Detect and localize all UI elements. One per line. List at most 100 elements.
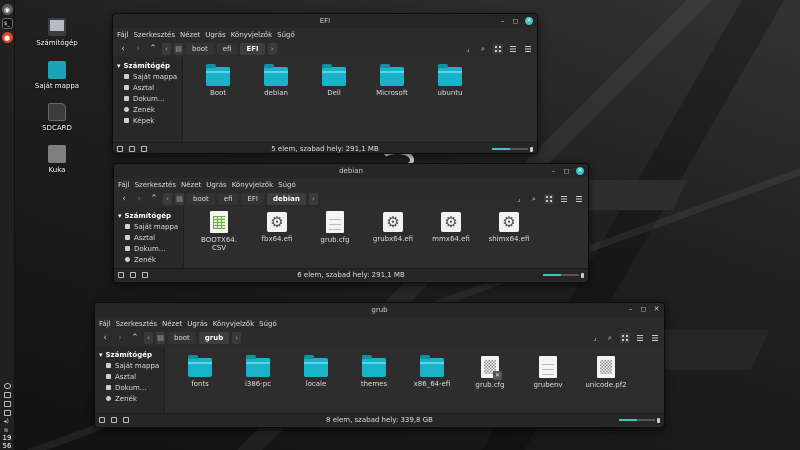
menu-bookmarks[interactable]: Könyvjelzők [232,181,273,189]
menu-help[interactable]: Súgó [278,181,296,189]
sidebar-section-computer[interactable]: ▾ Számítógép [114,210,183,221]
menu-help[interactable]: Súgó [259,320,277,328]
breadcrumb-item[interactable]: boot [186,43,214,55]
drive-button[interactable]: ▤ [156,332,165,344]
breadcrumb-scroll-left[interactable]: ‹ [144,332,153,344]
close-button[interactable]: ✕ [576,167,584,175]
file-item[interactable]: BOOTX64. CSV [190,211,248,260]
titlebar[interactable]: EFI – ◻ ✕ [113,14,537,28]
file-item[interactable]: ⚙ grubx64.efi [364,211,422,260]
notification-icon[interactable] [3,383,11,389]
breadcrumb-item[interactable]: EFI [240,43,265,55]
file-item[interactable]: Boot [189,64,247,134]
maximize-button[interactable]: ◻ [512,17,519,25]
sidebar-item-desktop[interactable]: Asztal [114,232,183,243]
firefox-launcher[interactable]: ● [1,32,13,43]
minimize-button[interactable]: – [550,167,557,175]
breadcrumb-scroll-left[interactable]: ‹ [162,43,171,55]
menu-button[interactable]: ◉ [1,4,13,15]
sidebar-item-documents[interactable]: Dokum... [114,243,183,254]
file-item[interactable]: locale [287,355,345,405]
breadcrumb-scroll-right[interactable]: › [308,193,318,205]
list-view-button[interactable] [559,194,569,204]
file-item[interactable]: fonts [171,355,229,405]
breadcrumb-item[interactable]: debian [267,193,306,205]
clock[interactable]: 19 56 [0,434,15,450]
up-button[interactable]: ⌃ [129,333,141,343]
back-button[interactable]: ‹ [118,194,130,204]
compact-view-button[interactable] [574,194,584,204]
list-view-button[interactable] [508,44,518,54]
file-item[interactable]: ⚙ mmx64.efi [422,211,480,260]
file-item[interactable]: grub.cfg [306,211,364,260]
titlebar[interactable]: debian – ◻ ✕ [114,164,588,178]
menu-view[interactable]: Nézet [162,320,182,328]
minimize-button[interactable]: – [627,306,634,313]
compact-view-button[interactable] [523,44,533,54]
menu-go[interactable]: Ugrás [205,31,225,39]
menu-view[interactable]: Nézet [180,31,200,39]
sidebar-item-desktop[interactable]: Asztal [113,82,182,93]
maximize-button[interactable]: ◻ [640,306,647,313]
drive-button[interactable]: ▤ [175,193,184,205]
breadcrumb-scroll-left[interactable]: ‹ [163,193,172,205]
forward-button[interactable]: › [114,333,126,343]
back-button[interactable]: ‹ [99,333,111,343]
toggle-location-button[interactable]: ⌟ [514,194,524,204]
compact-view-button[interactable] [650,333,660,343]
forward-button[interactable]: › [132,44,144,54]
breadcrumb-item[interactable]: efi [216,43,238,55]
file-item[interactable]: i386-pc [229,355,287,405]
sidebar-item-home[interactable]: Saját mappa [113,71,182,82]
desktop-icon-home[interactable]: Saját mappa [22,61,92,90]
file-item[interactable]: ubuntu [421,64,479,134]
icon-view-button[interactable] [620,333,630,343]
volume-icon[interactable]: ◂) [4,419,11,425]
close-button[interactable]: ✕ [525,17,533,25]
menu-view[interactable]: Nézet [181,181,201,189]
file-item[interactable]: x86_64-efi [403,355,461,405]
menu-file[interactable]: Fájl [118,181,130,189]
menu-file[interactable]: Fájl [99,320,111,328]
file-item[interactable]: grub.cfg [461,356,519,405]
list-view-button[interactable] [635,333,645,343]
sidebar-item-desktop[interactable]: Asztal [95,371,164,382]
sidebar-item-music[interactable]: Zenék [95,393,164,404]
sidebar-section-computer[interactable]: ▾ Számítógép [113,60,182,71]
desktop-icon-trash[interactable]: Kuka [22,145,92,174]
search-button[interactable]: ⌕ [478,44,488,54]
breadcrumb-scroll-right[interactable]: › [267,43,277,55]
up-button[interactable]: ⌃ [148,194,160,204]
file-item[interactable]: ⚙ fbx64.efi [248,211,306,260]
menu-edit[interactable]: Szerkesztés [116,320,157,328]
up-button[interactable]: ⌃ [147,44,159,54]
menu-bookmarks[interactable]: Könyvjelzők [213,320,254,328]
terminal-launcher[interactable]: $_ [1,18,13,29]
icon-view-button[interactable] [544,194,554,204]
toggle-location-button[interactable]: ⌟ [463,44,473,54]
desktop-icon-computer[interactable]: Számítógép [22,18,92,47]
menu-bookmarks[interactable]: Könyvjelzők [231,31,272,39]
menu-help[interactable]: Súgó [277,31,295,39]
sidebar-item-music[interactable]: Zenék [114,254,183,265]
breadcrumb-scroll-right[interactable]: › [232,332,242,344]
sidebar-item-documents[interactable]: Dokum... [113,93,182,104]
menu-edit[interactable]: Szerkesztés [134,31,175,39]
sidebar-item-pictures[interactable]: Képek [113,115,182,126]
window-debian[interactable]: debian – ◻ ✕ Fájl Szerkesztés Nézet Ugrá… [113,163,589,283]
close-button[interactable]: ✕ [653,306,660,313]
desktop-icon-sdcard[interactable]: SDCARD [22,103,92,132]
search-button[interactable]: ⌕ [605,333,615,343]
clipboard-icon[interactable] [3,401,11,407]
drive-button[interactable]: ▤ [174,43,183,55]
forward-button[interactable]: › [133,194,145,204]
sidebar-item-home[interactable]: Saját mappa [95,360,164,371]
file-item[interactable]: Dell [305,64,363,134]
file-item[interactable]: Microsoft [363,64,421,134]
search-button[interactable]: ⌕ [529,194,539,204]
sidebar-item-music[interactable]: Zenék [113,104,182,115]
menu-go[interactable]: Ugrás [206,181,226,189]
breadcrumb-item[interactable]: boot [187,193,215,205]
file-item[interactable]: grubenv [519,356,577,405]
icon-view-button[interactable] [493,44,503,54]
